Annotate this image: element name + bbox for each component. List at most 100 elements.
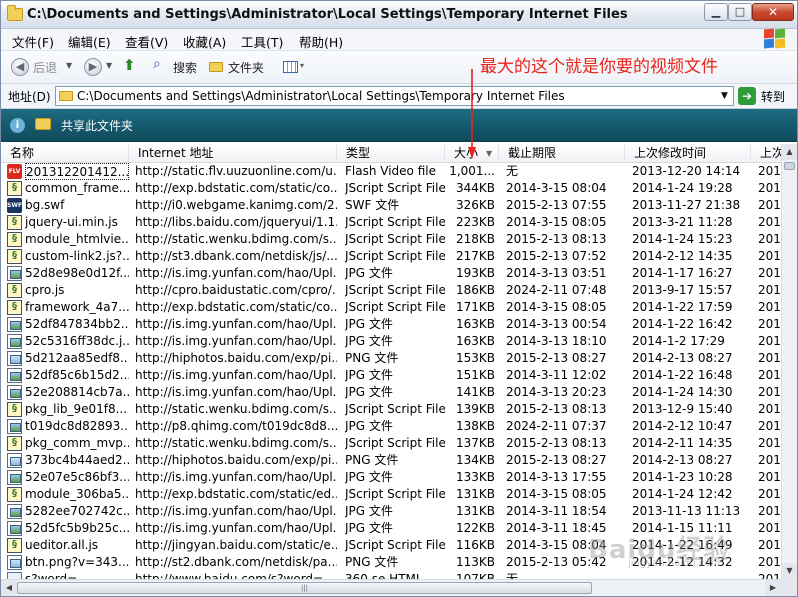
file-expires: 2014-3-15 08:04: [506, 181, 607, 195]
jpg-file-icon: [7, 419, 22, 434]
file-accessed: 201: [758, 300, 780, 314]
forward-dropdown-icon[interactable]: ▼: [106, 61, 112, 70]
back-arrow-icon[interactable]: ◀: [11, 58, 29, 76]
menu-tools[interactable]: 工具(T): [241, 32, 283, 51]
htm-file-icon: [7, 572, 22, 579]
share-folder-link[interactable]: 共享此文件夹: [61, 117, 133, 134]
js-file-icon: §: [7, 249, 22, 264]
scroll-up-icon[interactable]: ▲: [782, 144, 797, 160]
scroll-down-icon[interactable]: ▼: [782, 563, 797, 579]
maximize-button[interactable]: □: [728, 3, 752, 21]
table-row[interactable]: § module_htmlvie... http://static.wenku.bd…: [1, 231, 781, 248]
file-modified: 2014-2-11 14:35: [632, 436, 733, 450]
table-row[interactable]: § jquery-ui.min.js http://libs.baidu.com/j…: [1, 214, 781, 231]
file-modified: 2014-2-13 08:27: [632, 453, 733, 467]
file-url: http://is.img.yunfan.com/hao/Upl...: [135, 521, 337, 535]
js-file-icon: §: [7, 538, 22, 553]
back-button[interactable]: 后退: [33, 59, 57, 76]
table-row[interactable]: 5d212aa85edf8... http://hiphotos.baidu.co…: [1, 350, 781, 367]
horizontal-scrollbar[interactable]: ◀ ||| ▶: [1, 579, 781, 596]
file-type: JScript Script File: [345, 436, 445, 450]
table-row[interactable]: § common_frame... http://exp.bdstatic.com/…: [1, 180, 781, 197]
search-button[interactable]: 搜索: [173, 59, 197, 76]
file-list[interactable]: FLV 201312201412... http://static.flv.uuzu…: [1, 163, 781, 579]
address-dropdown-icon[interactable]: ▼: [716, 87, 733, 105]
file-url: http://st3.dbank.com/netdisk/js/...: [135, 249, 337, 263]
close-button[interactable]: ✕: [752, 3, 794, 21]
resize-grip[interactable]: [781, 579, 797, 596]
folders-icon[interactable]: [209, 62, 223, 72]
folders-button[interactable]: 文件夹: [228, 59, 264, 76]
file-accessed: 201: [758, 351, 780, 365]
file-size: 113KB: [455, 555, 495, 569]
table-row[interactable]: § pkg_lib_9e01f8... http://static.wenku.bd…: [1, 401, 781, 418]
menu-edit[interactable]: 编辑(E): [68, 32, 111, 51]
share-folder-icon[interactable]: [35, 118, 51, 130]
table-row[interactable]: FLV 201312201412... http://static.flv.uuzu…: [1, 163, 781, 180]
file-name: 52df847834bb2...: [25, 317, 129, 331]
up-folder-icon[interactable]: ⬆: [123, 56, 136, 74]
horizontal-scroll-thumb[interactable]: |||: [17, 582, 592, 594]
scroll-right-icon[interactable]: ▶: [765, 580, 781, 596]
file-expires: 2014-3-11 18:54: [506, 504, 607, 518]
table-row[interactable]: 52c5316ff38dc.j... http://is.img.yunfan.c…: [1, 333, 781, 350]
png-file-icon: [7, 351, 22, 366]
column-expires[interactable]: 截止期限: [499, 144, 625, 163]
file-name: common_frame...: [25, 181, 129, 195]
file-expires: 2015-2-13 07:52: [506, 249, 607, 263]
table-row[interactable]: 5282ee702742c... http://is.img.yunfan.com…: [1, 503, 781, 520]
column-last-accessed[interactable]: 上次: [751, 144, 781, 163]
table-row[interactable]: § module_306ba5... http://exp.bdstatic.com…: [1, 486, 781, 503]
go-label[interactable]: 转到: [761, 88, 785, 105]
menu-help[interactable]: 帮助(H): [299, 32, 343, 51]
file-expires: 2024-2-11 07:48: [506, 283, 607, 297]
search-icon[interactable]: ⌕: [153, 56, 161, 72]
scroll-left-icon[interactable]: ◀: [1, 580, 17, 596]
file-accessed: 201: [758, 487, 780, 501]
file-url: http://static.wenku.bdimg.com/s...: [135, 436, 337, 450]
file-expires: 无: [506, 164, 519, 178]
column-name[interactable]: 名称: [1, 144, 129, 163]
file-type: JPG 文件: [345, 317, 393, 331]
forward-arrow-icon[interactable]: ▶: [84, 58, 102, 76]
address-input[interactable]: C:\Documents and Settings\Administrator\…: [55, 86, 734, 106]
info-icon[interactable]: i: [10, 118, 25, 133]
windows-logo-icon: [763, 28, 787, 50]
views-dropdown-icon[interactable]: ▾: [300, 61, 304, 70]
file-url: http://hiphotos.baidu.com/exp/pi...: [135, 351, 337, 365]
address-path[interactable]: C:\Documents and Settings\Administrator\…: [77, 89, 565, 103]
column-internet-address[interactable]: Internet 地址: [129, 144, 337, 163]
go-button[interactable]: ➔ 转到: [738, 86, 793, 106]
column-type[interactable]: 类型: [337, 144, 445, 163]
table-row[interactable]: 52d8e98e0d12f... http://is.img.yunfan.com…: [1, 265, 781, 282]
table-row[interactable]: § framework_4a7... http://exp.bdstatic.com…: [1, 299, 781, 316]
column-last-modified[interactable]: 上次修改时间: [625, 144, 751, 163]
file-accessed: 201: [758, 572, 780, 579]
menu-view[interactable]: 查看(V): [125, 32, 168, 51]
menu-favorites[interactable]: 收藏(A): [183, 32, 226, 51]
file-modified: 2014-2-12 14:35: [632, 249, 733, 263]
minimize-button[interactable]: ▁: [704, 3, 728, 21]
file-modified: 2014-1-23 10:28: [632, 470, 733, 484]
table-row[interactable]: § pkg_comm_mvp... http://static.wenku.bdim…: [1, 435, 781, 452]
table-row[interactable]: 373bc4b44aed2... http://hiphotos.baidu.co…: [1, 452, 781, 469]
table-row[interactable]: 52df85c6b15d2... http://is.img.yunfan.com…: [1, 367, 781, 384]
title-bar[interactable]: C:\Documents and Settings\Administrator\…: [1, 1, 797, 29]
file-type: 360 se HTML: [345, 572, 423, 579]
table-row[interactable]: 52e07e5c86bf3... http://is.img.yunfan.com…: [1, 469, 781, 486]
menu-file[interactable]: 文件(F): [12, 32, 54, 51]
vertical-scroll-thumb[interactable]: [784, 162, 795, 170]
table-row[interactable]: SWF bg.swf http://i0.webgame.kanimg.com/2.…: [1, 197, 781, 214]
table-row[interactable]: s?word=... http://www.baidu.com/s?word=..…: [1, 571, 781, 579]
table-row[interactable]: 52df847834bb2... http://is.img.yunfan.com…: [1, 316, 781, 333]
vertical-scrollbar[interactable]: ▲ ▼: [781, 144, 797, 579]
file-url: http://static.wenku.bdimg.com/s...: [135, 402, 337, 416]
file-type: JScript Script File: [345, 181, 445, 195]
go-arrow-icon[interactable]: ➔: [738, 87, 756, 105]
back-dropdown-icon[interactable]: ▼: [66, 61, 72, 70]
views-icon[interactable]: [283, 61, 298, 73]
table-row[interactable]: t019dc8d82893... http://p8.qhimg.com/t019…: [1, 418, 781, 435]
table-row[interactable]: § custom-link2.js?... http://st3.dbank.com…: [1, 248, 781, 265]
table-row[interactable]: 52e208814cb7a... http://is.img.yunfan.com…: [1, 384, 781, 401]
table-row[interactable]: § cpro.js http://cpro.baidustatic.com/cpro…: [1, 282, 781, 299]
